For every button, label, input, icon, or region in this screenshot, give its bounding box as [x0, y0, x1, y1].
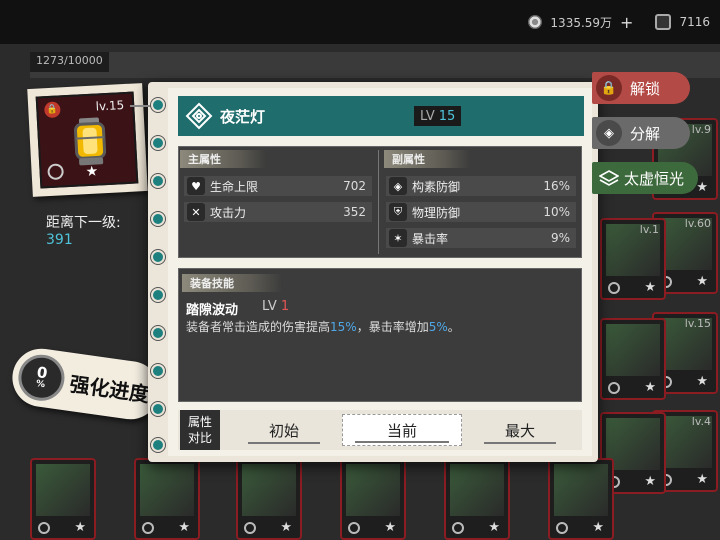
inventory-card[interactable]: ★	[236, 458, 302, 540]
sub-attr-row: ⛨ 物理防御 10%	[386, 202, 576, 222]
crit-icon: ✶	[389, 229, 407, 247]
star-icon: ★	[696, 274, 708, 289]
currency-coin-icon	[528, 15, 543, 29]
star-icon: ★	[85, 163, 99, 181]
sub-attr-row: ✶ 暴击率 9%	[386, 228, 576, 248]
crossed-swords-icon: ✕	[187, 203, 205, 221]
main-attr-row: ♥ 生命上限 702	[184, 176, 372, 196]
star-icon: ★	[696, 180, 708, 195]
star-icon: ★	[74, 520, 86, 535]
skill-title: 装备技能	[182, 274, 282, 292]
ticket-icon	[655, 14, 672, 30]
binder-ring	[151, 250, 165, 264]
binder-ring	[151, 212, 165, 226]
item-level-badge: LV 15	[414, 106, 462, 126]
next-level-value: 391	[46, 232, 73, 248]
main-attr-row: ✕ 攻击力 352	[184, 202, 372, 222]
rarity-icon	[38, 522, 50, 534]
inventory-card[interactable]: ★	[134, 458, 200, 540]
star-icon: ★	[644, 380, 656, 395]
binder-ring	[151, 174, 165, 188]
unlock-button[interactable]: 🔒 解锁	[592, 72, 690, 104]
top-bar: 1335.59万 + 7116	[0, 0, 720, 44]
binder-ring	[151, 98, 165, 112]
binder-ring	[151, 364, 165, 378]
enhance-progress-circle: 0 %	[15, 351, 68, 404]
rarity-icon	[608, 282, 620, 294]
item-name: 夜茫灯	[220, 107, 266, 126]
inventory-card[interactable]: lv.1 ★	[600, 218, 666, 300]
compare-max-button[interactable]: 最大	[472, 414, 568, 446]
ticket-value: 7116	[679, 15, 710, 29]
heart-icon: ♥	[187, 177, 205, 195]
decompose-button[interactable]: ◈ 分解	[592, 117, 690, 149]
emblem-icon	[185, 102, 213, 130]
sub-attr-title: 副属性	[384, 150, 470, 168]
star-icon: ★	[280, 520, 292, 535]
rarity-icon	[244, 522, 256, 534]
rarity-icon	[142, 522, 154, 534]
rarity-icon	[556, 522, 568, 534]
rarity-icon	[452, 522, 464, 534]
inventory-count: 1273/10000	[30, 52, 109, 72]
rarity-icon	[47, 163, 65, 181]
sub-attr-row: ◈ 构素防御 16%	[386, 176, 576, 196]
inventory-card[interactable]: ★	[444, 458, 510, 540]
layers-icon	[596, 165, 622, 191]
inventory-card[interactable]: ★	[600, 318, 666, 400]
skill-name: 踏隙波动	[186, 303, 239, 318]
attributes-divider	[378, 150, 379, 254]
star-icon: ★	[696, 472, 708, 487]
compare-label: 属性 对比	[180, 410, 220, 450]
currency-value: 1335.59万	[550, 15, 613, 30]
binder-ring	[151, 438, 165, 452]
star-icon: ★	[644, 474, 656, 489]
binder-ring	[151, 288, 165, 302]
next-level-label: 距离下一级:	[46, 215, 121, 231]
binder-ring	[151, 402, 165, 416]
inventory-card[interactable]: ★	[30, 458, 96, 540]
item-level: lv.15	[95, 98, 125, 114]
item-frame: 🔒 lv.15 ★	[35, 91, 139, 189]
main-attr-title: 主属性	[180, 150, 266, 168]
compare-initial-button[interactable]: 初始	[236, 414, 332, 446]
selected-item-card: 🔒 lv.15 ★	[27, 83, 148, 197]
star-icon: ★	[696, 374, 708, 389]
shield-gem-icon: ◈	[389, 177, 407, 195]
star-icon: ★	[644, 280, 656, 295]
compare-current-button[interactable]: 当前	[342, 414, 462, 446]
star-icon: ★	[488, 520, 500, 535]
binder-ring	[151, 326, 165, 340]
add-currency-button[interactable]: +	[620, 13, 633, 32]
rarity-icon	[348, 522, 360, 534]
lock-icon: 🔒	[43, 101, 61, 119]
rarity-icon	[608, 382, 620, 394]
next-level-info: 距离下一级: 391	[46, 212, 146, 248]
enhance-progress-label: 强化进度	[68, 371, 151, 407]
star-icon: ★	[384, 520, 396, 535]
shield-icon: ⛨	[389, 203, 407, 221]
lock-icon: 🔒	[596, 75, 622, 101]
decompose-icon: ◈	[596, 120, 622, 146]
skill-level: LV 1	[262, 299, 290, 314]
lantern-icon	[73, 117, 107, 166]
inventory-card[interactable]: ★	[548, 458, 614, 540]
inventory-card[interactable]: ★	[340, 458, 406, 540]
star-icon: ★	[592, 520, 604, 535]
enhance-percent-sign: %	[35, 379, 46, 391]
taixu-hengguang-button[interactable]: 太虚恒光	[592, 162, 698, 194]
item-title-bar: 夜茫灯 LV 15	[178, 96, 584, 136]
star-icon: ★	[178, 520, 190, 535]
skill-description: 装备者常击造成的伤害提高15%，暴击率增加5%。	[186, 320, 460, 334]
binder-ring	[151, 136, 165, 150]
